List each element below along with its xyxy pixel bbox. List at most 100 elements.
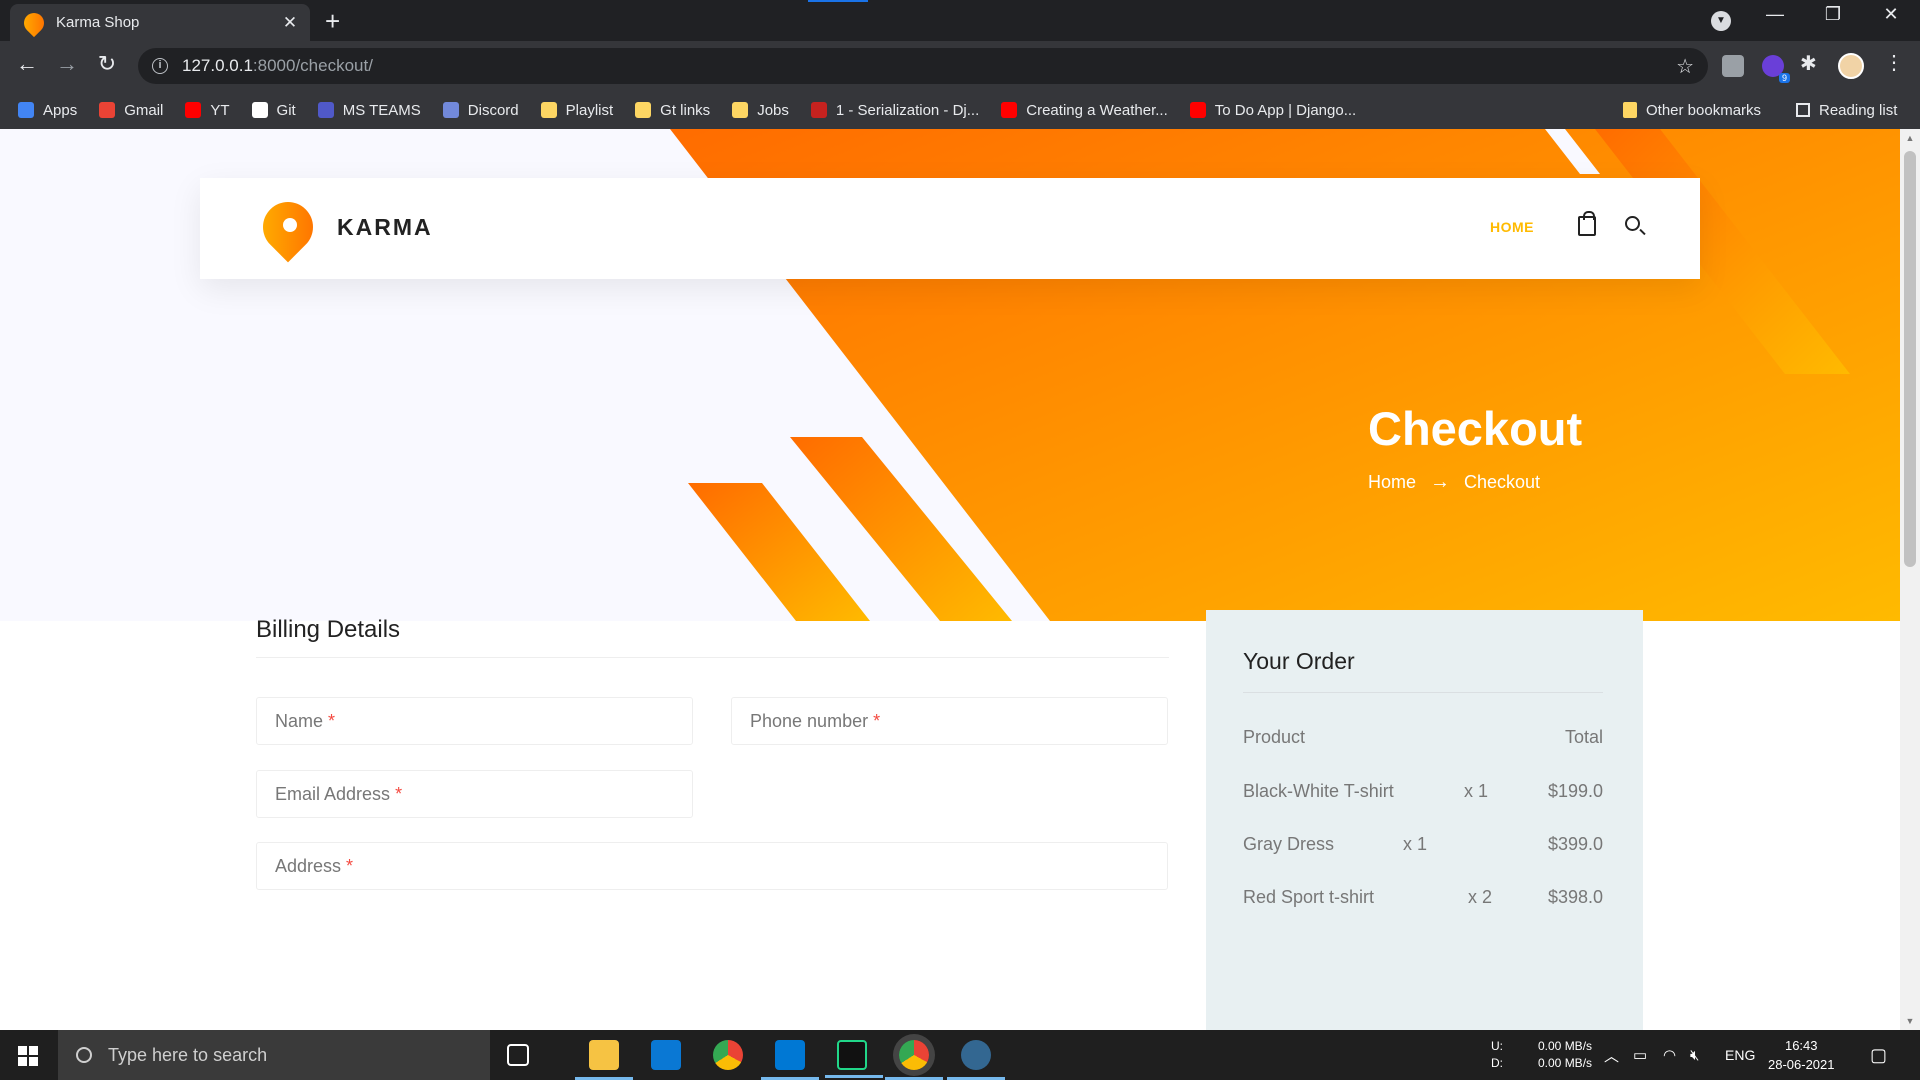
bookmark-item[interactable]: Git (251, 102, 296, 119)
karma-logo-icon[interactable] (252, 191, 324, 263)
required-mark: * (328, 710, 336, 731)
site-logo-text[interactable]: KARMA (337, 214, 433, 241)
order-item-row: Gray Dress x 1 $399.0 (1243, 834, 1603, 858)
taskbar-search-icon (76, 1047, 92, 1063)
window-close-button[interactable]: ✕ (1868, 4, 1914, 25)
banner-stripe-b (688, 483, 870, 621)
bookmark-label: Jobs (757, 101, 789, 119)
bookmark-item[interactable]: Jobs (732, 102, 789, 119)
taskbar-search-box[interactable]: Type here to search (58, 1030, 490, 1080)
site-info-icon[interactable]: i (152, 58, 168, 74)
breadcrumb-current[interactable]: Checkout (1464, 472, 1540, 493)
pycharm-icon[interactable] (825, 1040, 883, 1078)
chrome-active-icon[interactable] (885, 1040, 943, 1080)
reload-icon[interactable]: ↻ (92, 51, 122, 77)
url-path: :8000/checkout/ (252, 56, 373, 75)
extensions-puzzle-icon[interactable]: ✱ (1800, 51, 1822, 75)
mail-icon[interactable] (651, 1040, 681, 1070)
bookmark-item[interactable]: Creating a Weather... (1001, 102, 1168, 119)
close-tab-icon[interactable]: ✕ (280, 13, 300, 33)
name-field[interactable]: Name * (256, 697, 693, 745)
net-labels: U: D: (1491, 1030, 1503, 1080)
tab-search-icon[interactable]: ▼ (1711, 11, 1731, 31)
bookmark-label: MS TEAMS (342, 101, 421, 119)
reading-list-label: Reading list (1819, 101, 1898, 119)
bookmark-icon (442, 102, 459, 118)
order-header-total: Total (1564, 727, 1603, 747)
scroll-down-arrow-icon[interactable]: ▼ (1900, 1016, 1920, 1026)
order-item-price: $399.0 (1547, 834, 1603, 854)
address-bar[interactable]: i 127.0.0.1 :8000/checkout/ ☆ (138, 48, 1708, 84)
order-item-name: Gray Dress (1243, 834, 1335, 854)
breadcrumb-home-link[interactable]: Home (1368, 472, 1416, 493)
extension-ghost-icon[interactable] (1722, 55, 1744, 77)
bookmark-icon (317, 102, 334, 118)
reading-list-button[interactable]: Reading list (1796, 91, 1897, 129)
tray-chevron-icon[interactable]: ︿ (1604, 1030, 1619, 1080)
required-mark: * (346, 855, 354, 876)
bookmark-item[interactable]: Gmail (99, 102, 163, 119)
profile-avatar[interactable] (1838, 53, 1864, 79)
nav-home-link[interactable]: HOME (1490, 219, 1534, 235)
scroll-up-arrow-icon[interactable]: ▲ (1900, 133, 1920, 143)
breadcrumb: Home → Checkout (1368, 471, 1540, 494)
other-bookmarks-folder[interactable]: Other bookmarks (1623, 91, 1761, 129)
notifications-icon[interactable]: ▢ (1870, 1030, 1887, 1080)
tab-title: Karma Shop (56, 14, 140, 31)
extension-purple-icon[interactable]: 9 (1762, 55, 1790, 83)
postgres-icon[interactable] (947, 1040, 1005, 1080)
billing-details-heading: Billing Details (256, 616, 401, 643)
bookmark-label: Apps (43, 101, 78, 119)
forward-arrow-icon[interactable]: → (52, 51, 82, 77)
windows-start-icon[interactable] (18, 1046, 38, 1066)
phone-placeholder: Phone number (750, 710, 869, 731)
wifi-icon[interactable]: ◠ (1663, 1030, 1676, 1080)
order-item-qty: x 1 (1403, 834, 1428, 854)
clock[interactable]: 16:43 28-06-2021 (1768, 1030, 1835, 1080)
bookmark-item[interactable]: YT (185, 102, 230, 119)
karma-favicon-icon (19, 8, 49, 37)
order-divider (1243, 692, 1603, 693)
windows-taskbar: Type here to search U: D: 0.00 MB/s 0.00… (0, 1030, 1920, 1080)
browser-tab-karma-shop[interactable]: Karma Shop ✕ (10, 4, 310, 41)
address-field[interactable]: Address * (256, 842, 1168, 890)
bookmark-icon (251, 102, 268, 118)
bookmark-icon (810, 102, 827, 118)
bookmark-item[interactable]: To Do App | Django... (1189, 101, 1357, 119)
phone-field[interactable]: Phone number * (731, 697, 1168, 745)
volume-muted-icon[interactable]: 🔇︎ (1690, 1030, 1699, 1080)
search-icon[interactable] (1625, 216, 1640, 231)
vscode-icon[interactable] (761, 1040, 819, 1080)
extension-badge: 9 (1778, 73, 1790, 83)
page-scrollbar[interactable]: ▲ ▼ (1900, 129, 1920, 1030)
restore-button[interactable]: ❐ (1810, 4, 1856, 25)
bookmark-icon (635, 102, 652, 118)
bookmark-item[interactable]: Discord (442, 102, 519, 119)
bookmark-item[interactable]: Apps (18, 102, 77, 119)
name-placeholder: Name (275, 710, 324, 731)
order-header-row: Product Total (1243, 727, 1603, 751)
browser-menu-icon[interactable]: ⋮ (1884, 50, 1906, 74)
chrome-icon[interactable] (713, 1040, 743, 1070)
back-arrow-icon[interactable]: ← (12, 51, 42, 77)
task-view-icon[interactable] (507, 1044, 529, 1066)
language-indicator[interactable]: ENG (1725, 1030, 1755, 1080)
file-explorer-icon[interactable] (575, 1040, 633, 1080)
minimize-button[interactable]: — (1752, 4, 1798, 25)
scrollbar-thumb[interactable] (1904, 151, 1916, 567)
bookmark-icon (732, 102, 749, 118)
new-tab-button[interactable]: + (325, 6, 340, 37)
order-item-name: Black-White T-shirt (1243, 781, 1394, 801)
breadcrumb-arrow-icon: → (1430, 471, 1451, 493)
shopping-bag-icon[interactable] (1578, 211, 1596, 236)
bookmark-item[interactable]: MS TEAMS (317, 101, 421, 119)
bookmark-item[interactable]: Gt links (635, 102, 710, 119)
bookmark-label: To Do App | Django... (1214, 101, 1357, 119)
email-field[interactable]: Email Address * (256, 770, 693, 818)
bookmark-star-icon[interactable]: ☆ (1676, 54, 1694, 79)
battery-icon[interactable]: ▭ (1633, 1030, 1647, 1080)
bookmark-item[interactable]: Playlist (540, 102, 613, 119)
required-mark: * (395, 783, 403, 804)
order-item-row: Black-White T-shirt x 1 $199.0 (1243, 781, 1603, 805)
bookmark-item[interactable]: 1 - Serialization - Dj... (810, 102, 979, 119)
